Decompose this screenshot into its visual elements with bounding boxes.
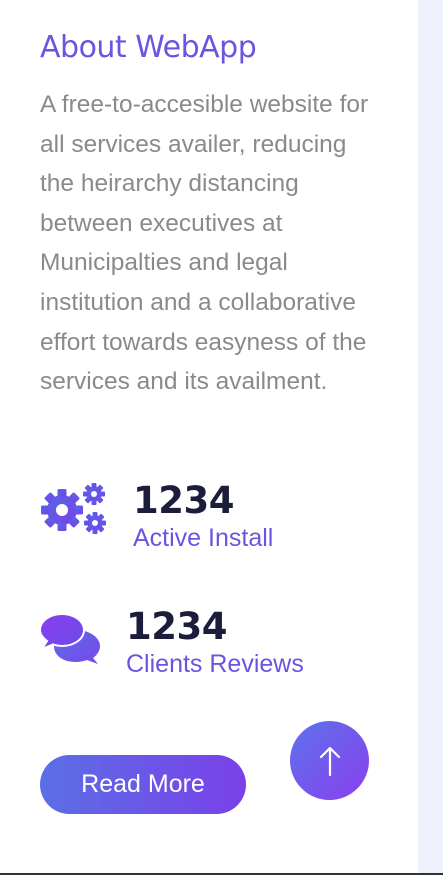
stat-client-reviews: 1234 Clients Reviews: [40, 606, 304, 678]
about-section: About WebApp A free-to-accesible website…: [40, 28, 380, 402]
gears-icon: [41, 483, 106, 534]
reviews-label: Clients Reviews: [126, 650, 304, 678]
reviews-count: 1234: [126, 605, 227, 648]
about-description: A free-to-accesible website for all serv…: [40, 91, 369, 396]
arrow-up-icon: [319, 746, 340, 776]
side-panel-strip: [418, 0, 443, 875]
stat-active-install: 1234 Active Install: [40, 480, 273, 552]
stat-install-text: 1234 Active Install: [133, 480, 273, 554]
install-label: Active Install: [133, 524, 274, 552]
scroll-to-top-button[interactable]: [290, 721, 369, 800]
read-more-button[interactable]: Read More: [40, 755, 246, 814]
chat-bubbles-icon: [40, 612, 100, 664]
stat-reviews-text: 1234 Clients Reviews: [126, 606, 304, 680]
about-title: About WebApp: [40, 30, 257, 65]
install-count: 1234: [133, 479, 234, 522]
